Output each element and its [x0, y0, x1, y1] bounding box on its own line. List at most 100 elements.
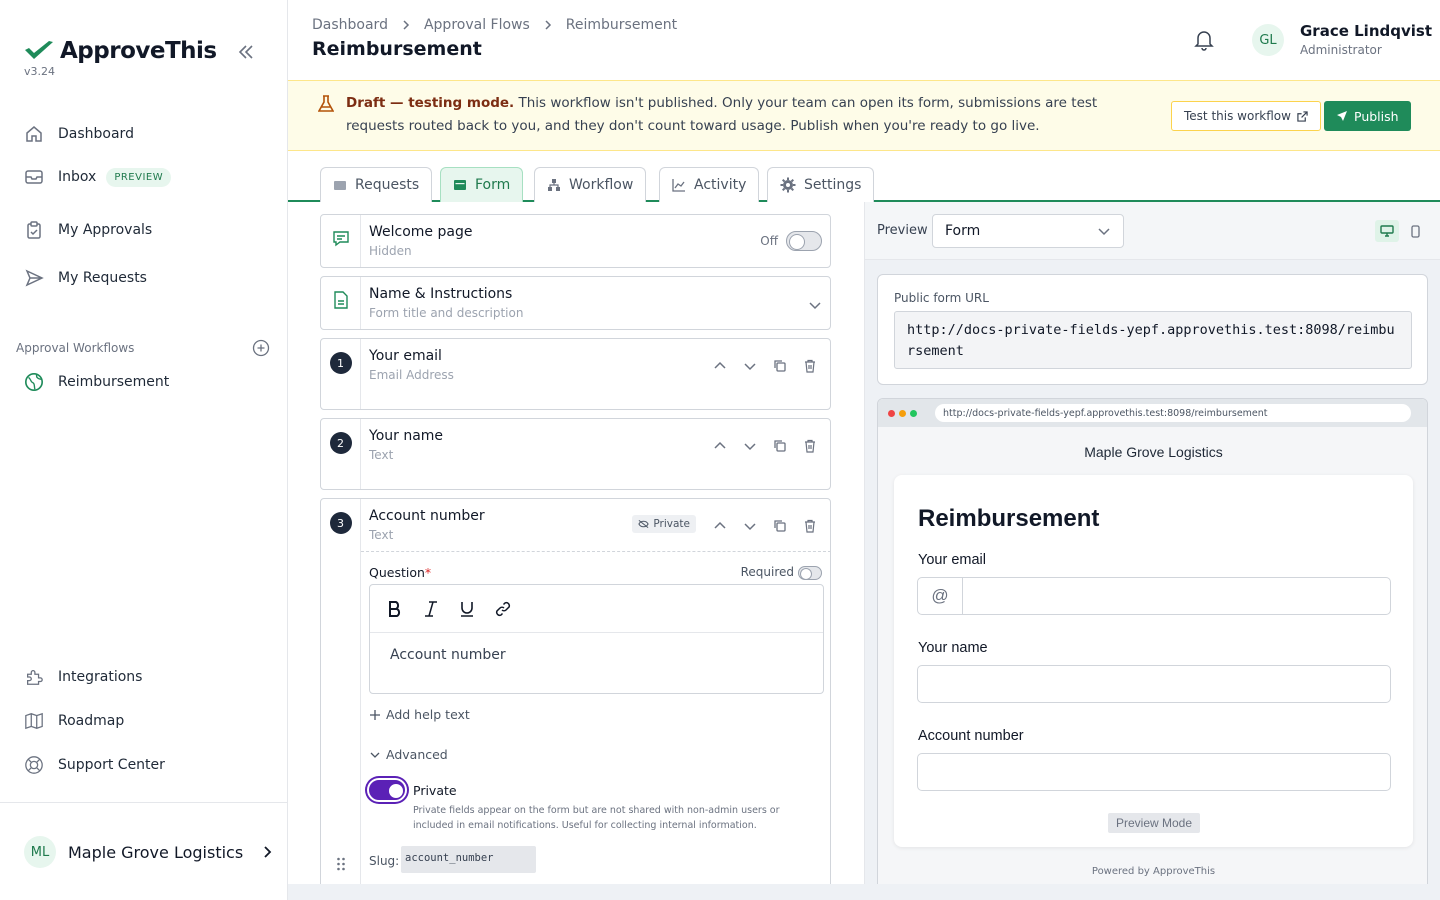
name-instructions-title: Name & Instructions [369, 286, 513, 302]
publish-button[interactable]: Publish [1324, 101, 1411, 131]
italic-icon[interactable] [422, 600, 440, 618]
page-title: Reimbursement [312, 38, 482, 60]
trash-icon[interactable] [802, 438, 818, 454]
form-editor: Welcome page Hidden Off Name & Instructi… [288, 202, 863, 884]
trash-icon[interactable] [802, 358, 818, 374]
desktop-view-button[interactable] [1375, 220, 1399, 242]
tab-workflow[interactable]: Workflow [534, 167, 647, 202]
preview-field-label: Your name [918, 640, 988, 656]
nav-dashboard[interactable]: Dashboard [24, 124, 134, 144]
underline-icon[interactable] [458, 600, 476, 618]
move-up-icon[interactable] [712, 438, 728, 454]
nav-inbox[interactable]: Inbox PREVIEW [24, 167, 172, 187]
public-url-value[interactable]: http://docs-private-fields-yepf.approvet… [894, 311, 1412, 369]
org-switcher[interactable]: ML Maple Grove Logistics [24, 836, 275, 868]
move-down-icon[interactable] [742, 518, 758, 534]
welcome-page-sub: Hidden [369, 244, 412, 258]
eye-off-icon [638, 519, 650, 529]
field-tools [712, 518, 818, 534]
nav-roadmap[interactable]: Roadmap [24, 711, 124, 731]
field-number: 3 [329, 512, 352, 534]
move-down-icon[interactable] [742, 358, 758, 374]
private-help-text: Private fields appear on the form but ar… [413, 805, 780, 831]
nav-integrations[interactable]: Integrations [24, 667, 142, 687]
breadcrumb-approval-flows[interactable]: Approval Flows [424, 17, 530, 33]
field-number: 2 [329, 432, 352, 454]
brand-logo[interactable]: ApproveThis [24, 38, 217, 64]
workflow-item-reimbursement[interactable]: Reimbursement [24, 372, 169, 392]
field-card-account-number[interactable]: 3 Account number Text Private Question* … [320, 498, 831, 884]
field-tools [712, 438, 818, 454]
rte-toolbar [370, 585, 823, 633]
notifications-button[interactable] [1192, 28, 1216, 52]
welcome-page-card[interactable]: Welcome page Hidden Off [320, 214, 831, 268]
bell-icon [1194, 31, 1214, 51]
collapse-sidebar-button[interactable] [236, 42, 256, 62]
preview-select[interactable]: Form [932, 214, 1124, 248]
chevron-down-icon[interactable] [808, 298, 822, 312]
move-down-icon[interactable] [742, 438, 758, 454]
name-instructions-card[interactable]: Name & Instructions Form title and descr… [320, 276, 831, 330]
private-toggle[interactable] [369, 780, 405, 800]
field-divider [361, 551, 831, 552]
name-instructions-sub: Form title and description [369, 306, 524, 320]
welcome-toggle-label: Off [760, 234, 778, 248]
preview-org-title: Maple Grove Logistics [1084, 444, 1223, 460]
draft-banner: Draft — testing mode. This workflow isn'… [288, 80, 1440, 151]
tab-form[interactable]: Form [440, 167, 524, 202]
powered-by: Powered by ApproveThis [1091, 866, 1216, 877]
plus-icon [370, 709, 380, 720]
copy-icon[interactable] [772, 358, 788, 374]
drag-handle-icon[interactable] [336, 857, 346, 871]
advanced-toggle[interactable]: Advanced [369, 747, 448, 762]
tab-settings-label: Settings [804, 177, 862, 193]
hierarchy-icon [548, 179, 560, 191]
sidebar: ApproveThis v3.24 Dashboard Inbox PREVIE… [0, 0, 288, 900]
copy-icon[interactable] [772, 438, 788, 454]
breadcrumb-dashboard[interactable]: Dashboard [312, 17, 388, 33]
preview-email-input[interactable]: @ [917, 577, 1391, 615]
field-card-your-name[interactable]: 2 Your name Text [320, 418, 831, 490]
draft-banner-bold: Draft — testing mode. [346, 95, 515, 111]
move-up-icon[interactable] [712, 358, 728, 374]
field-card-your-email[interactable]: 1 Your email Email Address [320, 338, 831, 410]
required-toggle[interactable] [798, 566, 822, 580]
add-help-text-button[interactable]: Add help text [369, 707, 470, 722]
tab-activity[interactable]: Activity [659, 167, 760, 202]
copy-icon[interactable] [772, 518, 788, 534]
required-asterisk: * [424, 565, 432, 580]
nav-support-center[interactable]: Support Center [24, 755, 165, 775]
tab-requests[interactable]: Requests [320, 167, 433, 202]
chevron-down-icon [370, 752, 380, 758]
nav-my-approvals[interactable]: My Approvals [24, 220, 152, 240]
bold-icon[interactable] [386, 600, 404, 618]
tray-icon [334, 181, 346, 190]
window-maximize-dot [910, 409, 917, 417]
field-type: Email Address [369, 368, 454, 382]
preview-form-card: Reimbursement Your email @ Your name Acc… [894, 475, 1413, 847]
nav-my-requests-label: My Requests [58, 270, 147, 286]
nav-my-requests[interactable]: My Requests [24, 268, 147, 288]
preview-mode-button: Preview Mode [1108, 813, 1201, 833]
link-icon[interactable] [494, 600, 512, 618]
preview-account-input[interactable] [917, 753, 1391, 791]
welcome-page-toggle[interactable] [786, 231, 822, 251]
advanced-label: Advanced [386, 747, 448, 762]
mobile-view-button[interactable] [1405, 220, 1425, 242]
add-workflow-button[interactable] [252, 339, 270, 357]
public-url-label: Public form URL [894, 291, 989, 305]
test-workflow-button[interactable]: Test this workflow [1171, 101, 1321, 131]
slug-input[interactable]: account_number [401, 846, 536, 873]
chevron-down-icon [1098, 228, 1110, 236]
preview-name-input[interactable] [917, 665, 1391, 703]
preview-select-value: Form [945, 223, 981, 239]
tab-settings[interactable]: Settings [767, 167, 875, 202]
user-avatar[interactable]: GL [1252, 24, 1284, 56]
trash-icon[interactable] [802, 518, 818, 534]
chevron-right-icon [403, 20, 410, 30]
question-editor[interactable]: Account number [369, 584, 824, 694]
workflow-item-label: Reimbursement [58, 374, 170, 390]
send-icon [24, 268, 44, 288]
move-up-icon[interactable] [712, 518, 728, 534]
question-text[interactable]: Account number [370, 633, 823, 677]
